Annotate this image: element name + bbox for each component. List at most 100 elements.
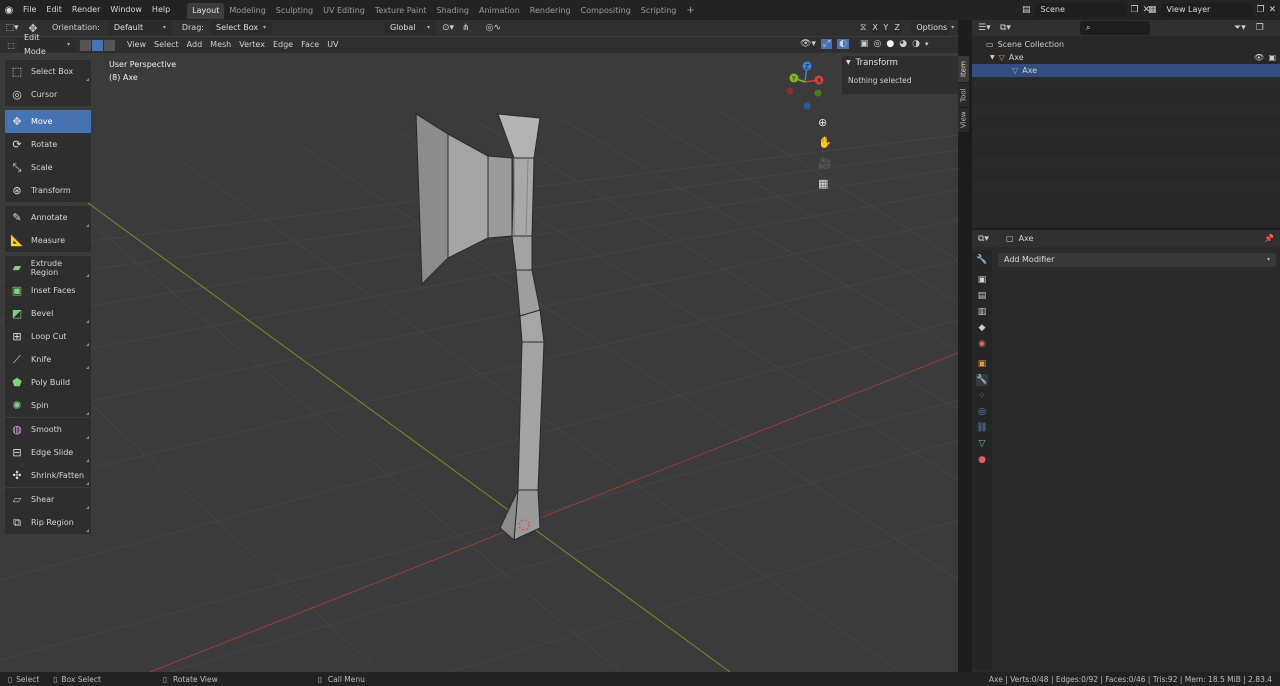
editor-type-icon[interactable]: ⬚▾ (0, 23, 24, 33)
tool-cursor[interactable]: ◎ Cursor (5, 83, 91, 106)
filter-icon[interactable]: ⏷▾ (1234, 23, 1246, 33)
material-icon[interactable]: ● (976, 454, 988, 466)
tab-modeling[interactable]: Modeling (224, 3, 270, 19)
scene-icon[interactable]: ▤ (1022, 5, 1031, 15)
sidebar-tab-tool[interactable]: Tool (958, 83, 969, 107)
tool-extrude-region[interactable]: ▰ Extrude Region (5, 256, 91, 279)
eye-icon[interactable]: 👁 (1254, 51, 1264, 64)
menu-edge[interactable]: Edge (269, 37, 297, 53)
menu-window[interactable]: Window (105, 0, 147, 20)
axe-mesh[interactable] (415, 113, 545, 542)
sidebar-tab-item[interactable]: Item (958, 56, 969, 82)
scene-tab-icon[interactable]: ◆ (976, 322, 988, 334)
tool-edge-slide[interactable]: ⊟ Edge Slide (5, 441, 91, 464)
gizmo-toggle-icon[interactable]: ⤢ (820, 39, 833, 49)
tool-annotate[interactable]: ✎ Annotate (5, 206, 91, 229)
world-icon[interactable]: ◉ (976, 338, 988, 350)
visibility-icon[interactable]: 👁▾ (800, 39, 816, 49)
menu-face[interactable]: Face (297, 37, 323, 53)
tool-scale[interactable]: ⤡ Scale (5, 156, 91, 179)
outliner-row-axe-object[interactable]: ▼ ▽ Axe 👁 ▣ (972, 51, 1280, 64)
menu-render[interactable]: Render (67, 0, 105, 20)
tab-sculpting[interactable]: Sculpting (271, 3, 318, 19)
outliner-search-input[interactable]: ⌕ (1080, 21, 1150, 35)
new-scene-icon[interactable]: ❐ (1131, 5, 1139, 15)
blender-logo-icon[interactable]: ◉ (0, 5, 18, 16)
shading-options-icon[interactable]: ▾ (925, 40, 929, 48)
wireframe-shading-icon[interactable]: ◎ (874, 39, 882, 49)
tab-rendering[interactable]: Rendering (525, 3, 576, 19)
camera-icon[interactable]: 🎥 (818, 157, 832, 170)
add-modifier-dropdown[interactable]: Add Modifier ▾ (998, 253, 1276, 267)
tab-scripting[interactable]: Scripting (636, 3, 682, 19)
tool-spin[interactable]: ✺ Spin (5, 394, 91, 417)
tool-rotate[interactable]: ⟳ Rotate (5, 133, 91, 156)
display-mode-icon[interactable]: ⧉▾ (1000, 23, 1024, 33)
tool-knife[interactable]: ⟋ Knife (5, 348, 91, 371)
menu-file[interactable]: File (18, 0, 41, 20)
tool-settings-icon[interactable]: 🔧 (976, 254, 988, 266)
mirror-z-toggle[interactable]: Z (892, 21, 903, 35)
3d-viewport[interactable]: ⬚▾ ✥ Orientation: Default ▾ Drag: Select … (0, 20, 958, 672)
camera-render-icon[interactable]: ▣ (1268, 51, 1276, 64)
outliner-row-scene-collection[interactable]: ▭ Scene Collection (972, 38, 1280, 51)
neg-z-axis-icon[interactable] (803, 102, 811, 110)
overlay-toggle-icon[interactable]: ◐ (837, 39, 850, 49)
mirror-y-toggle[interactable]: Y (881, 21, 892, 35)
tool-inset-faces[interactable]: ▣ Inset Faces (5, 279, 91, 302)
sidebar-tab-view[interactable]: View (958, 108, 969, 132)
new-collection-icon[interactable]: ❐ (1256, 23, 1264, 33)
tool-transform[interactable]: ⊛ Transform (5, 179, 91, 202)
physics-icon[interactable]: ◎ (976, 406, 988, 418)
tool-smooth[interactable]: ◍ Smooth (5, 418, 91, 441)
pan-hand-icon[interactable]: ✋ (818, 136, 832, 149)
output-icon[interactable]: ▤ (976, 290, 988, 302)
neg-y-axis-icon[interactable] (814, 89, 822, 97)
tab-compositing[interactable]: Compositing (576, 3, 636, 19)
expand-arrow-icon[interactable]: ▼ (990, 51, 995, 64)
modifier-wrench-icon[interactable]: 🔧 (976, 374, 988, 386)
tab-shading[interactable]: Shading (431, 3, 474, 19)
tab-texture-paint[interactable]: Texture Paint (370, 3, 432, 19)
neg-x-axis-icon[interactable] (786, 87, 794, 95)
menu-select[interactable]: Select (150, 37, 183, 53)
tool-shear[interactable]: ▱ Shear (5, 488, 91, 511)
editor-type-icon[interactable]: ⬚ (4, 41, 18, 50)
mirror-icon[interactable]: ⧖ (860, 23, 866, 33)
material-shading-icon[interactable]: ◕ (899, 39, 907, 49)
menu-edit[interactable]: Edit (41, 0, 67, 20)
transform-orientation-dropdown[interactable]: Global ▾ (383, 21, 436, 35)
face-select-icon[interactable] (104, 39, 115, 51)
particles-icon[interactable]: ⁘ (976, 390, 988, 402)
delete-view-layer-icon[interactable]: ✕ (1269, 5, 1277, 15)
add-workspace-button[interactable]: + (681, 3, 699, 19)
tab-layout[interactable]: Layout (187, 3, 225, 19)
transform-panel-header[interactable]: ▼ Transform (842, 56, 958, 70)
tool-bevel[interactable]: ◩ Bevel (5, 302, 91, 325)
view-layer-tab-icon[interactable]: ▥ (976, 306, 988, 318)
zoom-icon[interactable]: ⊕ (818, 116, 827, 129)
rendered-shading-icon[interactable]: ◑ (912, 39, 920, 49)
constraints-icon[interactable]: ⛓ (976, 422, 988, 434)
new-view-layer-icon[interactable]: ❐ (1257, 5, 1265, 15)
tool-poly-build[interactable]: ⬟ Poly Build (5, 371, 91, 394)
pivot-point-icon[interactable]: ⊙▾ (442, 23, 454, 33)
tool-measure[interactable]: 📐 Measure (5, 229, 91, 252)
outliner-row-axe-mesh[interactable]: ▽ Axe (972, 64, 1280, 77)
vertex-select-icon[interactable] (80, 39, 91, 51)
tool-loop-cut[interactable]: ⊞ Loop Cut (5, 325, 91, 348)
menu-vertex[interactable]: Vertex (235, 37, 269, 53)
drag-dropdown[interactable]: Select Box ▾ (209, 21, 272, 35)
tool-select-box[interactable]: ⬚ Select Box (5, 60, 91, 83)
tool-shrink-fatten[interactable]: ✣ Shrink/Fatten (5, 464, 91, 487)
tab-animation[interactable]: Animation (474, 3, 525, 19)
tool-rip-region[interactable]: ⧉ Rip Region (5, 511, 91, 534)
solid-shading-icon[interactable]: ● (886, 39, 894, 49)
menu-add[interactable]: Add (183, 37, 207, 53)
mesh-data-tab-icon[interactable]: ▽ (976, 438, 988, 450)
render-icon[interactable]: ▣ (976, 274, 988, 286)
tab-uv-editing[interactable]: UV Editing (318, 3, 370, 19)
view-layer-selector[interactable]: View Layer (1160, 3, 1253, 17)
xray-toggle-icon[interactable]: ▣ (860, 39, 869, 49)
tool-move[interactable]: ✥ Move (5, 110, 91, 133)
